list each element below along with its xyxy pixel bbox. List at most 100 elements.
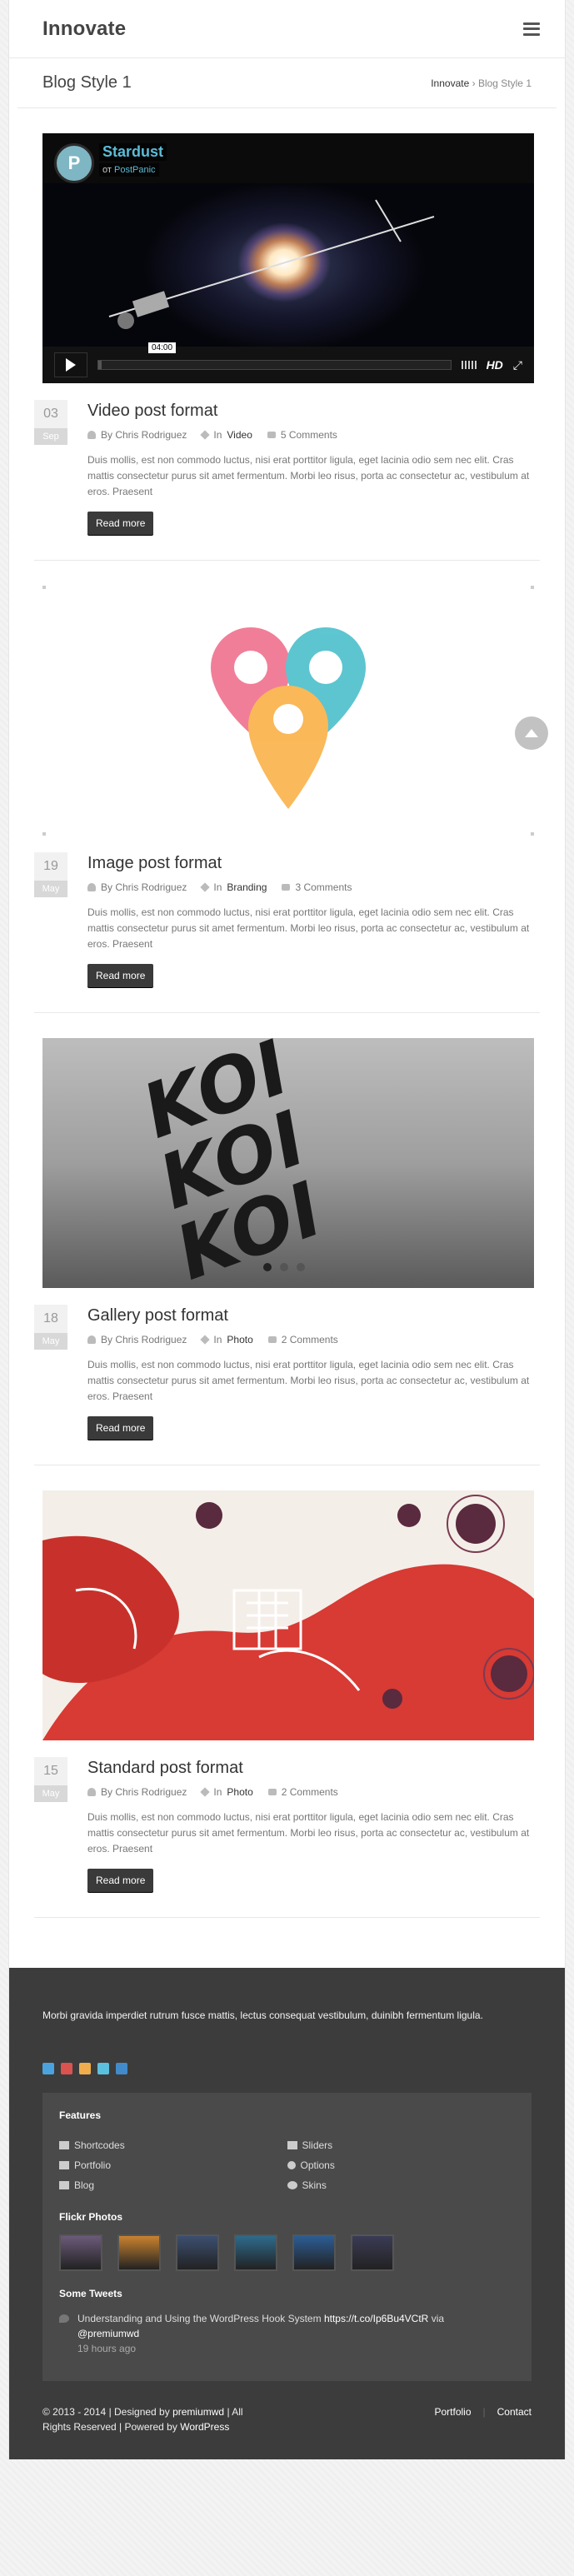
post-date: 15 May [34, 1757, 67, 1892]
grid-icon [59, 2141, 69, 2149]
paisley-pattern-image [42, 1495, 534, 1740]
tag-icon [200, 882, 211, 892]
comment-icon [282, 884, 291, 891]
grid-icon [59, 2161, 69, 2169]
post-month: May [34, 1333, 67, 1350]
slider-dot[interactable] [280, 1263, 288, 1271]
post-body: 19 May Image post format By Chris Rodrig… [34, 852, 540, 987]
post-day: 18 [34, 1305, 67, 1333]
footer-link-contact[interactable]: Contact [497, 2404, 532, 2434]
progress-bar[interactable]: 04:00 [97, 342, 452, 370]
play-icon [66, 358, 76, 372]
post-comments-link[interactable]: 5 Comments [281, 429, 337, 441]
flickr-photo[interactable] [292, 2234, 336, 2271]
list-icon [59, 2181, 69, 2189]
timecode: 04:00 [148, 342, 177, 353]
post-month: Sep [34, 428, 67, 445]
footer-widgets: Features Shortcodes Sliders Portfolio Op… [42, 2093, 532, 2381]
post-category-link[interactable]: Photo [227, 1334, 252, 1345]
post-comments-link[interactable]: 2 Comments [282, 1786, 338, 1798]
feature-link-sliders[interactable]: Sliders [287, 2139, 516, 2151]
flickr-heading: Flickr Photos [59, 2211, 123, 2223]
user-icon [87, 1335, 96, 1344]
post-title[interactable]: Gallery post format [87, 1306, 540, 1325]
post-title[interactable]: Image post format [87, 854, 540, 873]
read-more-button[interactable]: Read more [87, 1869, 154, 1892]
read-more-button[interactable]: Read more [87, 512, 154, 535]
scroll-top-button[interactable] [515, 716, 548, 750]
eye-icon [287, 2181, 297, 2189]
post-standard-image[interactable] [42, 1490, 534, 1740]
copyright: © 2013 - 2014 | Designed by premiumwd | … [42, 2406, 243, 2433]
flickr-photo[interactable] [117, 2234, 161, 2271]
social-icon[interactable] [116, 2063, 127, 2074]
footer-links: Portfolio | Contact [434, 2404, 532, 2434]
post-image: 19 May Image post format By Chris Rodrig… [34, 586, 540, 1013]
read-more-button[interactable]: Read more [87, 1416, 154, 1440]
fullscreen-icon[interactable]: ⤢ [513, 358, 522, 372]
slider-dot[interactable] [297, 1263, 305, 1271]
slider-dot[interactable] [263, 1263, 272, 1271]
tweet-handle[interactable]: @premiumwd [77, 2328, 139, 2339]
post-title[interactable]: Video post format [87, 402, 540, 421]
flickr-photo[interactable] [59, 2234, 102, 2271]
site-logo[interactable]: Innovate [42, 17, 126, 41]
user-icon [87, 431, 96, 439]
post-excerpt: Duis mollis, est non commodo luctus, nis… [87, 454, 530, 497]
post-excerpt: Duis mollis, est non commodo luctus, nis… [87, 1811, 530, 1855]
play-button[interactable] [54, 352, 87, 377]
post-body: 15 May Standard post format By Chris Rod… [34, 1757, 540, 1892]
post-main: Video post format By Chris Rodriguez In V… [87, 400, 540, 535]
wordpress-link[interactable]: WordPress [180, 2421, 229, 2433]
social-icon[interactable] [79, 2063, 91, 2074]
progress-fill [98, 361, 102, 369]
post-standard: 15 May Standard post format By Chris Rod… [34, 1490, 540, 1918]
page: Innovate Blog Style 1 Innovate › Blog St… [8, 0, 566, 2459]
post-category-link[interactable]: Photo [227, 1786, 252, 1798]
read-more-button[interactable]: Read more [87, 964, 154, 987]
social-icon[interactable] [61, 2063, 72, 2074]
comment-icon [267, 1789, 277, 1795]
post-image-media[interactable] [42, 586, 534, 836]
breadcrumb-separator: › [472, 77, 476, 89]
breadcrumb: Innovate › Blog Style 1 [431, 77, 532, 89]
feature-link-skins[interactable]: Skins [287, 2179, 516, 2191]
breadcrumb-home-link[interactable]: Innovate [431, 77, 469, 89]
flickr-photos [59, 2234, 515, 2271]
gallery-slider[interactable]: KOI KOI KOI [42, 1038, 534, 1288]
post-in-label: In [213, 881, 222, 893]
post-author: By Chris Rodriguez [101, 881, 187, 893]
post-comments-link[interactable]: 2 Comments [282, 1334, 338, 1345]
footer-bottom: © 2013 - 2014 | Designed by premiumwd | … [42, 2404, 532, 2434]
feature-link-options[interactable]: Options [287, 2159, 516, 2171]
channel-avatar[interactable]: P [54, 143, 94, 183]
feature-link-portfolio[interactable]: Portfolio [59, 2159, 287, 2171]
footer-link-portfolio[interactable]: Portfolio [434, 2404, 471, 2434]
post-category-link[interactable]: Video [227, 429, 252, 441]
menu-icon[interactable] [523, 22, 540, 36]
post-excerpt: Duis mollis, est non commodo luctus, nis… [87, 906, 530, 950]
post-title[interactable]: Standard post format [87, 1759, 540, 1778]
designer-link[interactable]: premiumwd [172, 2406, 224, 2418]
video-controls: 04:00 HD ⤢ [42, 342, 534, 383]
post-comments-link[interactable]: 3 Comments [295, 881, 352, 893]
flickr-photo[interactable] [351, 2234, 394, 2271]
feature-link-blog[interactable]: Blog [59, 2179, 287, 2191]
flickr-photo[interactable] [176, 2234, 219, 2271]
video-title[interactable]: Stardust [99, 143, 167, 161]
volume-icon[interactable] [461, 361, 477, 369]
post-category-link[interactable]: Branding [227, 881, 267, 893]
site-header: Innovate [9, 0, 565, 58]
site-footer: Morbi gravida imperdiet rutrum fusce mat… [9, 1968, 565, 2459]
page-title: Blog Style 1 [42, 73, 132, 92]
social-icon[interactable] [97, 2063, 109, 2074]
feature-link-shortcodes[interactable]: Shortcodes [59, 2139, 287, 2151]
post-meta: By Chris Rodriguez In Branding 3 Comments [87, 881, 540, 893]
tweet-link[interactable]: https://t.co/Ip6Bu4VCtR [324, 2313, 428, 2324]
flickr-photo[interactable] [234, 2234, 277, 2271]
hd-button[interactable]: HD [487, 358, 503, 372]
video-author-link[interactable]: PostPanic [114, 165, 156, 175]
post-main: Standard post format By Chris Rodriguez … [87, 1757, 540, 1892]
video-player[interactable]: P Stardust от PostPanic 04:00 HD ⤢ [42, 133, 534, 383]
social-icon[interactable] [42, 2063, 54, 2074]
